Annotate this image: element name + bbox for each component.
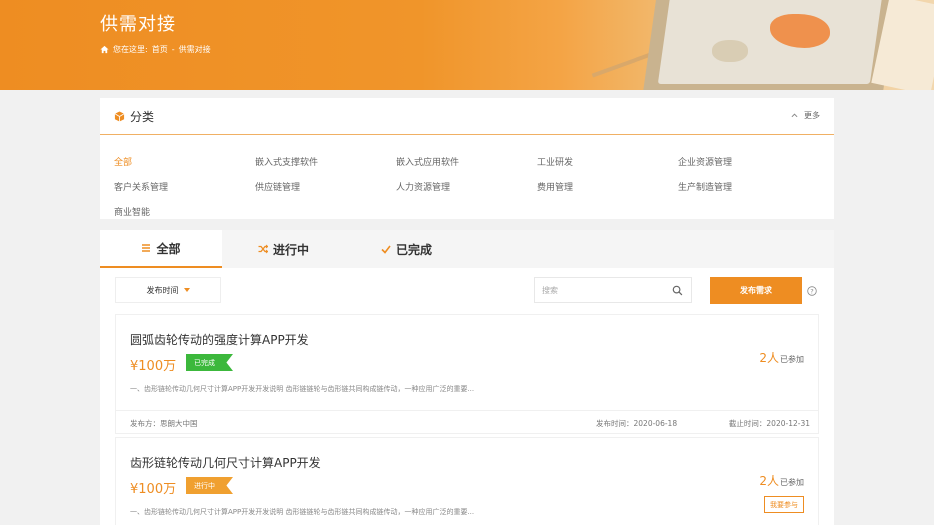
demand-item[interactable]: 齿形链轮传动几何尺寸计算APP开发 ¥100万 进行中 一、齿形链轮传动几何尺寸… — [115, 437, 819, 525]
demand-description: 一、齿形链轮传动几何尺寸计算APP开发开发说明 齿形链链轮与齿形链共同构成链传动… — [130, 385, 475, 393]
search-input[interactable] — [535, 278, 665, 303]
tab-label: 进行中 — [273, 242, 310, 257]
category-item[interactable]: 供应链管理 — [255, 180, 300, 193]
category-title: 分类 — [130, 109, 155, 124]
category-item[interactable]: 企业资源管理 — [678, 155, 732, 168]
category-item-all[interactable]: 全部 — [114, 155, 132, 168]
publish-date: 发布时间：2020-06-18 — [596, 419, 678, 428]
breadcrumb-prefix: 您在这里: — [113, 45, 148, 54]
search-box — [534, 277, 692, 303]
breadcrumb: 您在这里: 首页 - 供需对接 — [100, 44, 211, 55]
more-label: 更多 — [804, 111, 820, 120]
banner-decoration-screen — [657, 0, 883, 84]
participant-count: 2人 已参加 — [759, 349, 804, 366]
list-icon — [142, 244, 151, 252]
page-title: 供需对接 — [100, 14, 176, 35]
breadcrumb-separator: - — [171, 45, 175, 54]
category-item[interactable]: 生产制造管理 — [678, 180, 732, 193]
deadline-date: 截止时间：2020-12-31 — [728, 419, 810, 428]
tab-label: 全部 — [156, 241, 181, 256]
publish-demand-button[interactable]: 发布需求 — [710, 277, 802, 304]
tab-all[interactable]: 全部 — [100, 230, 222, 268]
participant-number: 2人 — [759, 351, 779, 365]
category-item[interactable]: 客户关系管理 — [114, 180, 168, 193]
svg-text:?: ? — [810, 287, 813, 295]
sort-by-time-dropdown[interactable]: 发布时间 — [115, 277, 221, 303]
caret-down-icon — [183, 288, 190, 292]
demand-list-panel: 全部 进行中 已完成 发布时间 发布需求 ? 圆弧齿轮传动的强度计算APP开发 … — [100, 230, 834, 525]
category-item[interactable]: 人力资源管理 — [396, 180, 450, 193]
status-badge: 进行中 — [186, 477, 233, 494]
category-more-toggle[interactable]: 更多 — [791, 110, 820, 121]
category-item[interactable]: 嵌入式应用软件 — [396, 155, 459, 168]
tab-in-progress[interactable]: 进行中 — [258, 230, 309, 268]
tab-label: 已完成 — [396, 242, 433, 257]
chevron-up-icon — [791, 113, 798, 118]
demand-item[interactable]: 圆弧齿轮传动的强度计算APP开发 ¥100万 已完成 一、齿形链轮传动几何尺寸计… — [115, 314, 819, 434]
banner-decoration-map — [712, 40, 748, 62]
shuffle-icon — [258, 244, 268, 254]
page-banner: 供需对接 您在这里: 首页 - 供需对接 — [0, 0, 934, 90]
category-item[interactable]: 嵌入式支撑软件 — [255, 155, 318, 168]
tab-completed[interactable]: 已完成 — [381, 230, 432, 268]
demand-price: ¥100万 — [130, 482, 177, 497]
category-item[interactable]: 商业智能 — [114, 205, 150, 218]
participant-suffix: 已参加 — [780, 478, 804, 487]
breadcrumb-current: 供需对接 — [178, 45, 211, 54]
participant-number: 2人 — [759, 474, 779, 488]
publisher: 发布方：思朗大中国 — [130, 419, 198, 428]
demand-title[interactable]: 圆弧齿轮传动的强度计算APP开发 — [130, 331, 309, 348]
cube-icon — [114, 110, 125, 122]
home-icon — [100, 45, 109, 54]
status-badge: 已完成 — [186, 354, 233, 371]
demand-footer: 发布方：思朗大中国 发布时间：2020-06-18 截止时间：2020-12-3… — [116, 410, 818, 434]
category-panel: 分类 更多 全部 嵌入式支撑软件 嵌入式应用软件 工业研发 企业资源管理 客户关… — [100, 98, 834, 219]
breadcrumb-home-link[interactable]: 首页 — [152, 44, 168, 55]
demand-title[interactable]: 齿形链轮传动几何尺寸计算APP开发 — [130, 454, 321, 471]
category-item[interactable]: 工业研发 — [537, 155, 573, 168]
join-button[interactable]: 我要参与 — [764, 496, 804, 513]
search-icon[interactable] — [672, 285, 683, 296]
demand-description: 一、齿形链轮传动几何尺寸计算APP开发开发说明 齿形链链轮与齿形链共同构成链传动… — [130, 508, 475, 516]
participant-suffix: 已参加 — [780, 355, 804, 364]
participant-count: 2人 已参加 — [759, 472, 804, 489]
demand-price: ¥100万 — [130, 359, 177, 374]
check-icon — [381, 245, 391, 254]
status-tabs: 全部 进行中 已完成 — [100, 230, 834, 268]
category-item[interactable]: 费用管理 — [537, 180, 573, 193]
category-header: 分类 更多 — [100, 98, 834, 135]
sort-label: 发布时间 — [146, 285, 179, 295]
help-icon[interactable]: ? — [807, 286, 817, 296]
